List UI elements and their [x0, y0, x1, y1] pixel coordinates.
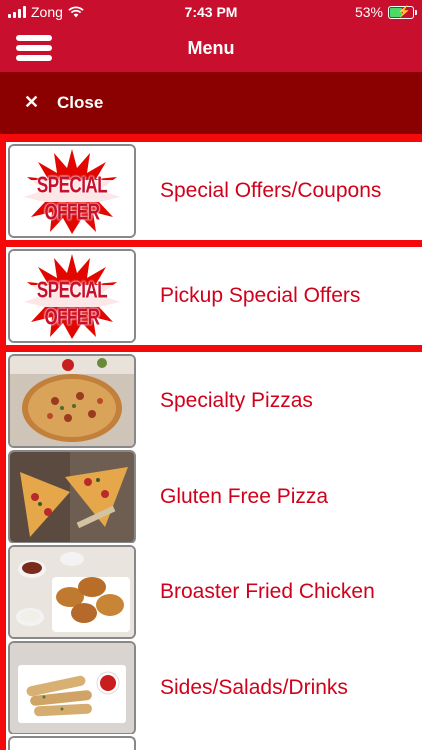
- menu-item-sides-salads-drinks[interactable]: Sides/Salads/Drinks: [6, 639, 422, 737]
- special-offer-badge: SPECIAL OFFER: [10, 251, 134, 341]
- special-offer-badge: SPECIAL OFFER: [10, 146, 134, 236]
- battery-icon: ⚡: [388, 5, 417, 19]
- menu-item-label: Gluten Free Pizza: [160, 485, 329, 508]
- menu-item-label: Broaster Fried Chicken: [160, 580, 375, 603]
- battery-percentage: 53%: [354, 4, 383, 20]
- menu-item-pickup-special-offers[interactable]: SPECIAL OFFER Pickup Special Offers: [6, 247, 422, 345]
- fried-chicken-photo: [8, 545, 136, 639]
- menu-item-gluten-free-pizza[interactable]: Gluten Free Pizza: [6, 448, 422, 546]
- menu-item-partial[interactable]: [6, 734, 422, 750]
- close-menu-button[interactable]: ✕ Close: [0, 72, 422, 134]
- menu-item-label: Special Offers/Coupons: [160, 179, 382, 202]
- close-label: Close: [57, 93, 104, 112]
- menu-item-label: Sides/Salads/Drinks: [160, 676, 348, 699]
- close-icon: ✕: [24, 92, 40, 112]
- pizza-photo: [8, 354, 136, 448]
- page-title: Menu: [187, 38, 235, 58]
- badge-text: SPECIAL OFFER: [36, 172, 108, 225]
- menu-item-label: Specialty Pizzas: [160, 389, 313, 412]
- menu-item-specialty-pizzas[interactable]: Specialty Pizzas: [6, 352, 422, 450]
- status-bar-right: 53% ⚡: [354, 4, 417, 20]
- app-header: Menu: [0, 24, 422, 72]
- charging-bolt-icon: ⚡: [397, 5, 411, 18]
- special-offer-thumbnail: SPECIAL OFFER: [8, 144, 136, 238]
- breadsticks-photo: [8, 641, 136, 735]
- partial-thumbnail: [8, 736, 136, 750]
- menu-item-special-offers-coupons[interactable]: SPECIAL OFFER Special Offers/Coupons: [6, 142, 422, 240]
- badge-text: SPECIAL OFFER: [36, 277, 108, 330]
- menu-item-label: Pickup Special Offers: [160, 284, 361, 307]
- pizza-slices-photo: [8, 450, 136, 544]
- special-offer-thumbnail: SPECIAL OFFER: [8, 249, 136, 343]
- menu-item-broaster-fried-chicken[interactable]: Broaster Fried Chicken: [6, 543, 422, 641]
- status-bar: Zong 7:43 PM 53% ⚡: [0, 0, 422, 24]
